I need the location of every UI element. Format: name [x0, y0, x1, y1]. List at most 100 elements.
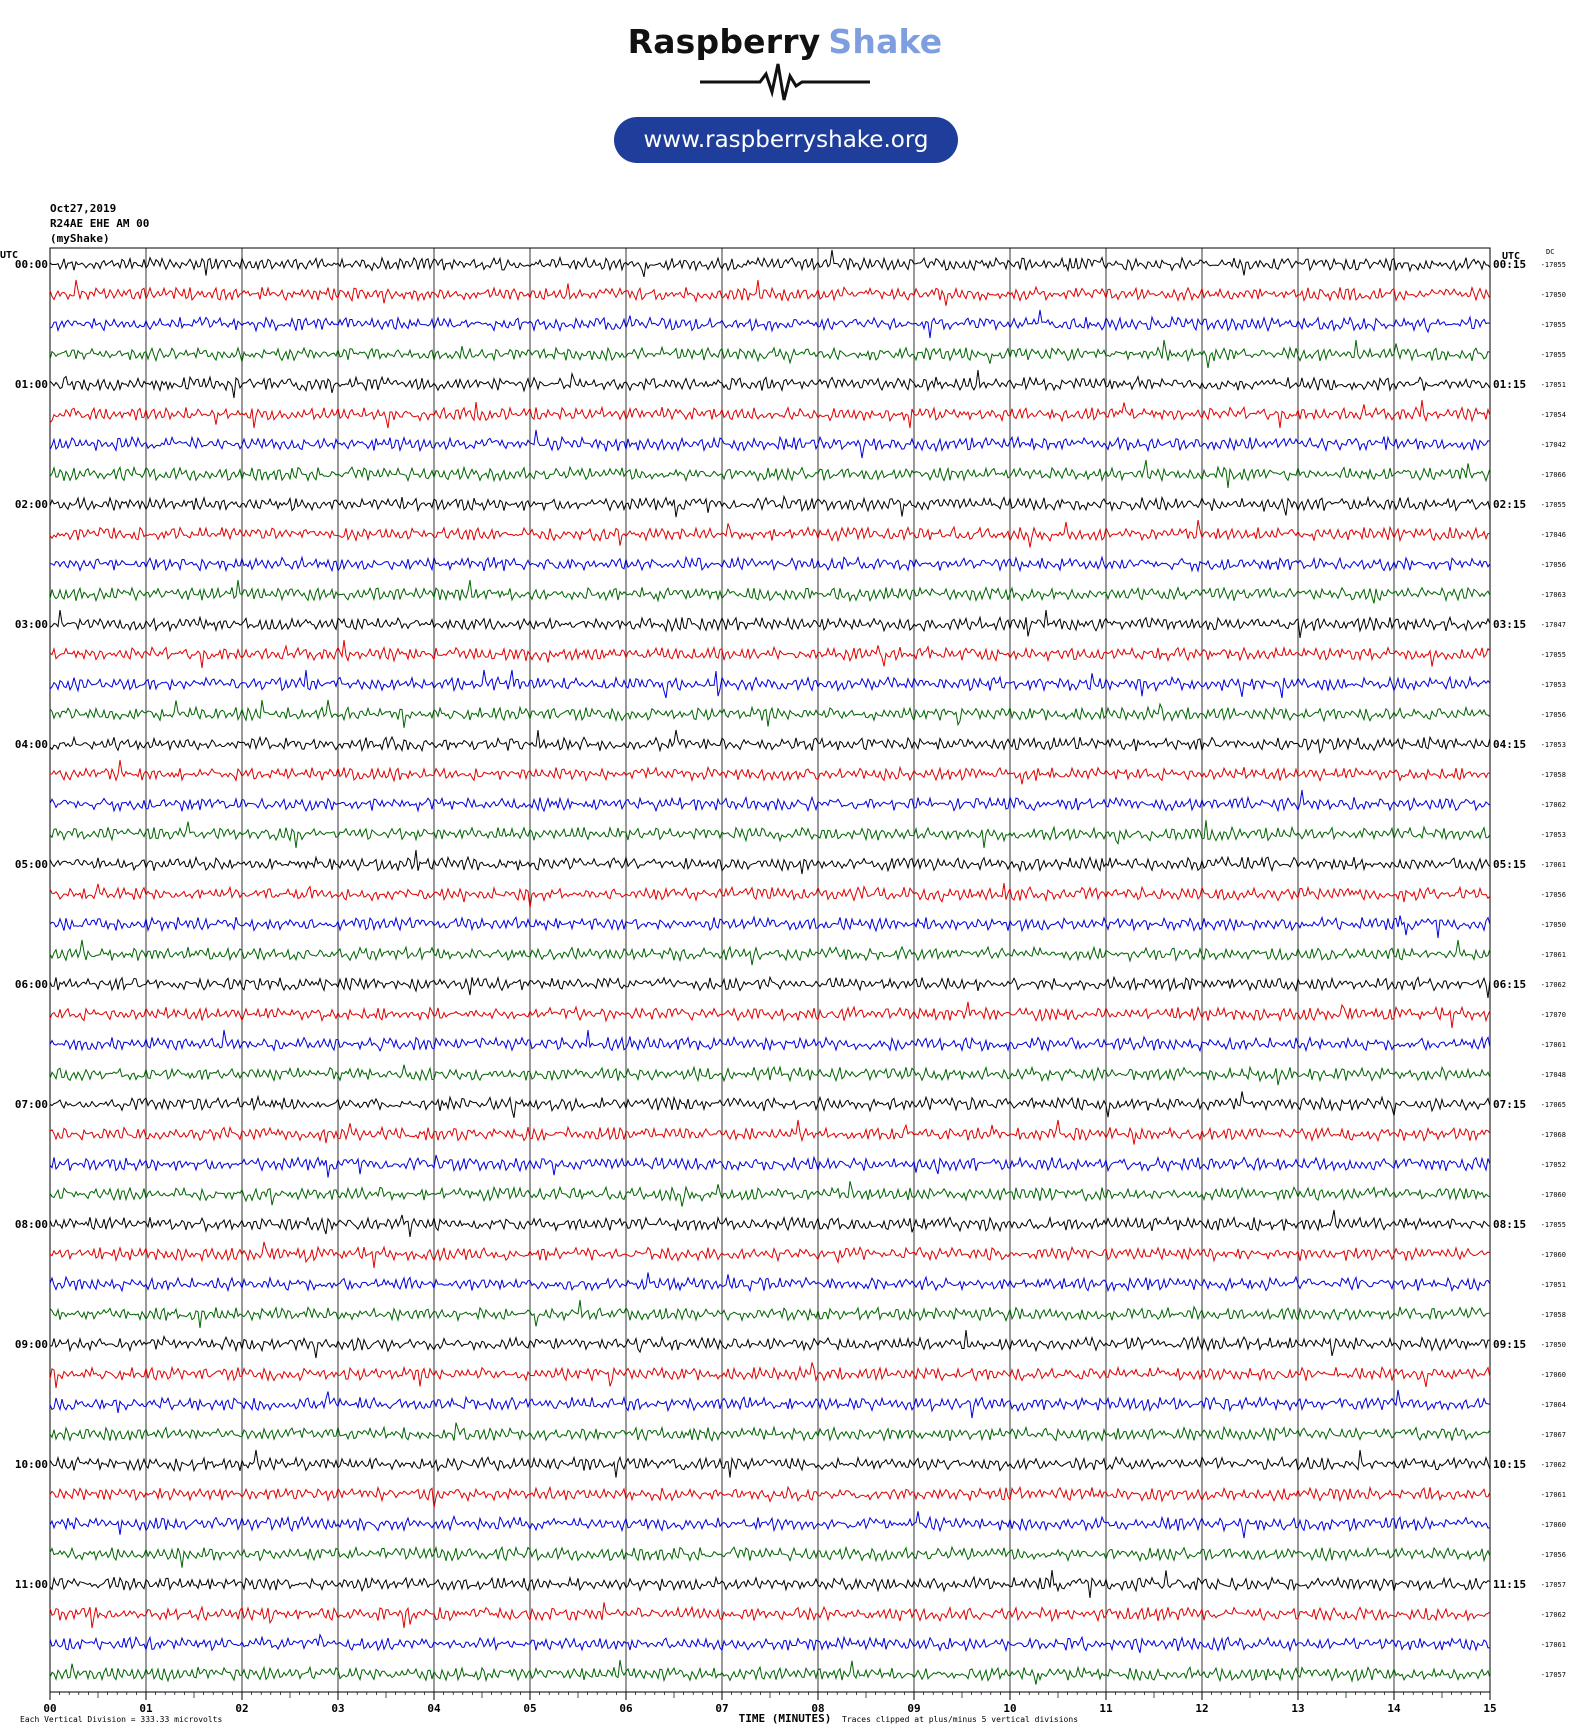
row-time-label-right: 04:15 [1493, 738, 1526, 751]
footer-scale-note: Each Vertical Division = 333.33 microvol… [20, 1715, 222, 1724]
dc-offset-label: -17061 [1541, 1641, 1566, 1649]
x-tick-label: 05 [523, 1702, 536, 1715]
seismic-trace [49, 1602, 1491, 1629]
seismic-trace [49, 1241, 1491, 1269]
seismic-trace [49, 1001, 1491, 1029]
row-time-label-left: 06:00 [15, 978, 48, 991]
row-time-label-right: 01:15 [1493, 378, 1526, 391]
dc-offset-label: -17051 [1541, 1281, 1566, 1289]
dc-offset-label: -17062 [1541, 801, 1566, 809]
dc-offset-label: -17055 [1541, 321, 1566, 329]
seismic-trace [49, 1389, 1491, 1419]
x-tick-label: 03 [331, 1702, 344, 1715]
row-time-label-left: 00:00 [15, 258, 48, 271]
dc-offset-label: -17064 [1541, 1401, 1566, 1409]
x-tick-label: 00 [43, 1702, 56, 1715]
seismic-trace [49, 759, 1491, 785]
seismic-trace [49, 249, 1491, 278]
seismic-trace [49, 883, 1491, 909]
seismic-trace [49, 729, 1491, 755]
seismic-trace [49, 1449, 1491, 1478]
dc-offset-label: -17065 [1541, 1101, 1566, 1109]
seismic-trace [49, 579, 1491, 604]
dc-offset-label: -17057 [1541, 1581, 1566, 1589]
dc-offset-label: -17062 [1541, 981, 1566, 989]
seismic-trace [49, 1154, 1491, 1178]
x-tick-label: 14 [1387, 1702, 1401, 1715]
x-tick-label: 10 [1003, 1702, 1016, 1715]
dc-offset-label: -17062 [1541, 1461, 1566, 1469]
dc-offset-label: -17050 [1541, 921, 1566, 929]
dc-offset-label: -17054 [1541, 411, 1566, 419]
seismic-trace [49, 519, 1491, 548]
seismic-trace [49, 1209, 1491, 1237]
dc-offset-label: -17048 [1541, 1071, 1566, 1079]
row-time-label-right: 10:15 [1493, 1458, 1526, 1471]
dc-offset-label: -17058 [1541, 1311, 1566, 1319]
seismic-trace [49, 975, 1491, 999]
dc-offset-label: -17055 [1541, 351, 1566, 359]
x-tick-label: 15 [1483, 1702, 1496, 1715]
dc-offset-label: -17060 [1541, 1191, 1566, 1199]
dc-offset-label: -17070 [1541, 1011, 1566, 1019]
seismic-trace [49, 309, 1491, 339]
seismic-trace [49, 1029, 1491, 1053]
row-time-label-right: 09:15 [1493, 1338, 1526, 1351]
x-tick-label: 13 [1291, 1702, 1304, 1715]
seismic-trace [49, 820, 1491, 849]
seismic-trace [49, 399, 1491, 429]
dc-offset-label: -17056 [1541, 891, 1566, 899]
row-time-label-right: 00:15 [1493, 258, 1526, 271]
row-time-label-left: 10:00 [15, 1458, 48, 1471]
dc-offset-label: -17060 [1541, 1521, 1566, 1529]
seismic-trace [49, 609, 1491, 639]
seismic-trace [49, 1091, 1491, 1118]
x-tick-label: 12 [1195, 1702, 1208, 1715]
dc-offset-label: -17060 [1541, 1251, 1566, 1259]
seismic-trace [49, 369, 1491, 399]
seismic-trace [49, 1064, 1491, 1086]
dc-offset-label: -17047 [1541, 621, 1566, 629]
dc-offset-label: -17046 [1541, 531, 1566, 539]
dc-label: DC [1546, 248, 1554, 256]
row-time-label-right: 07:15 [1493, 1098, 1526, 1111]
dc-offset-label: -17060 [1541, 1371, 1566, 1379]
dc-offset-label: -17055 [1541, 651, 1566, 659]
seismic-trace [49, 1362, 1491, 1389]
seismic-trace [49, 1272, 1491, 1293]
seismic-trace [49, 849, 1491, 875]
seismic-trace [49, 459, 1491, 489]
helicorder-plot: 00 01 02 03 04 05 06 07 08 09 10 11 12 13 14 15UTC UTC DC… [0, 247, 1566, 1725]
seismic-trace [49, 494, 1491, 518]
dc-offset-label: -17061 [1541, 951, 1566, 959]
dc-offset-label: -17050 [1541, 1341, 1566, 1349]
dc-offset-label: -17057 [1541, 1671, 1566, 1679]
row-time-label-left: 08:00 [15, 1218, 48, 1231]
row-time-label-right: 08:15 [1493, 1218, 1526, 1231]
dc-offset-label: -17056 [1541, 1551, 1566, 1559]
row-time-label-left: 04:00 [15, 738, 48, 751]
dc-offset-label: -17053 [1541, 741, 1566, 749]
dc-offset-label: -17052 [1541, 1161, 1566, 1169]
dc-offset-label: -17056 [1541, 711, 1566, 719]
seismic-trace [49, 1181, 1491, 1207]
dc-offset-label: -17061 [1541, 1491, 1566, 1499]
row-time-label-right: 02:15 [1493, 498, 1526, 511]
row-time-label-left: 03:00 [15, 618, 48, 631]
row-time-label-left: 11:00 [15, 1578, 48, 1591]
dc-offset-label: -17053 [1541, 831, 1566, 839]
row-time-label-left: 01:00 [15, 378, 48, 391]
dc-offset-label: -17068 [1541, 1131, 1566, 1139]
seismic-trace [49, 1545, 1491, 1568]
seismic-trace [49, 1422, 1491, 1443]
dc-offset-label: -17051 [1541, 381, 1566, 389]
seismic-trace [49, 429, 1491, 459]
dc-offset-label: -17058 [1541, 771, 1566, 779]
seismic-trace [49, 555, 1491, 573]
row-time-label-right: 06:15 [1493, 978, 1526, 991]
row-time-label-left: 09:00 [15, 1338, 48, 1351]
dc-offset-label: -17042 [1541, 441, 1566, 449]
seismic-trace [49, 1119, 1491, 1145]
row-time-label-right: 03:15 [1493, 618, 1526, 631]
dc-offset-label: -17063 [1541, 591, 1566, 599]
